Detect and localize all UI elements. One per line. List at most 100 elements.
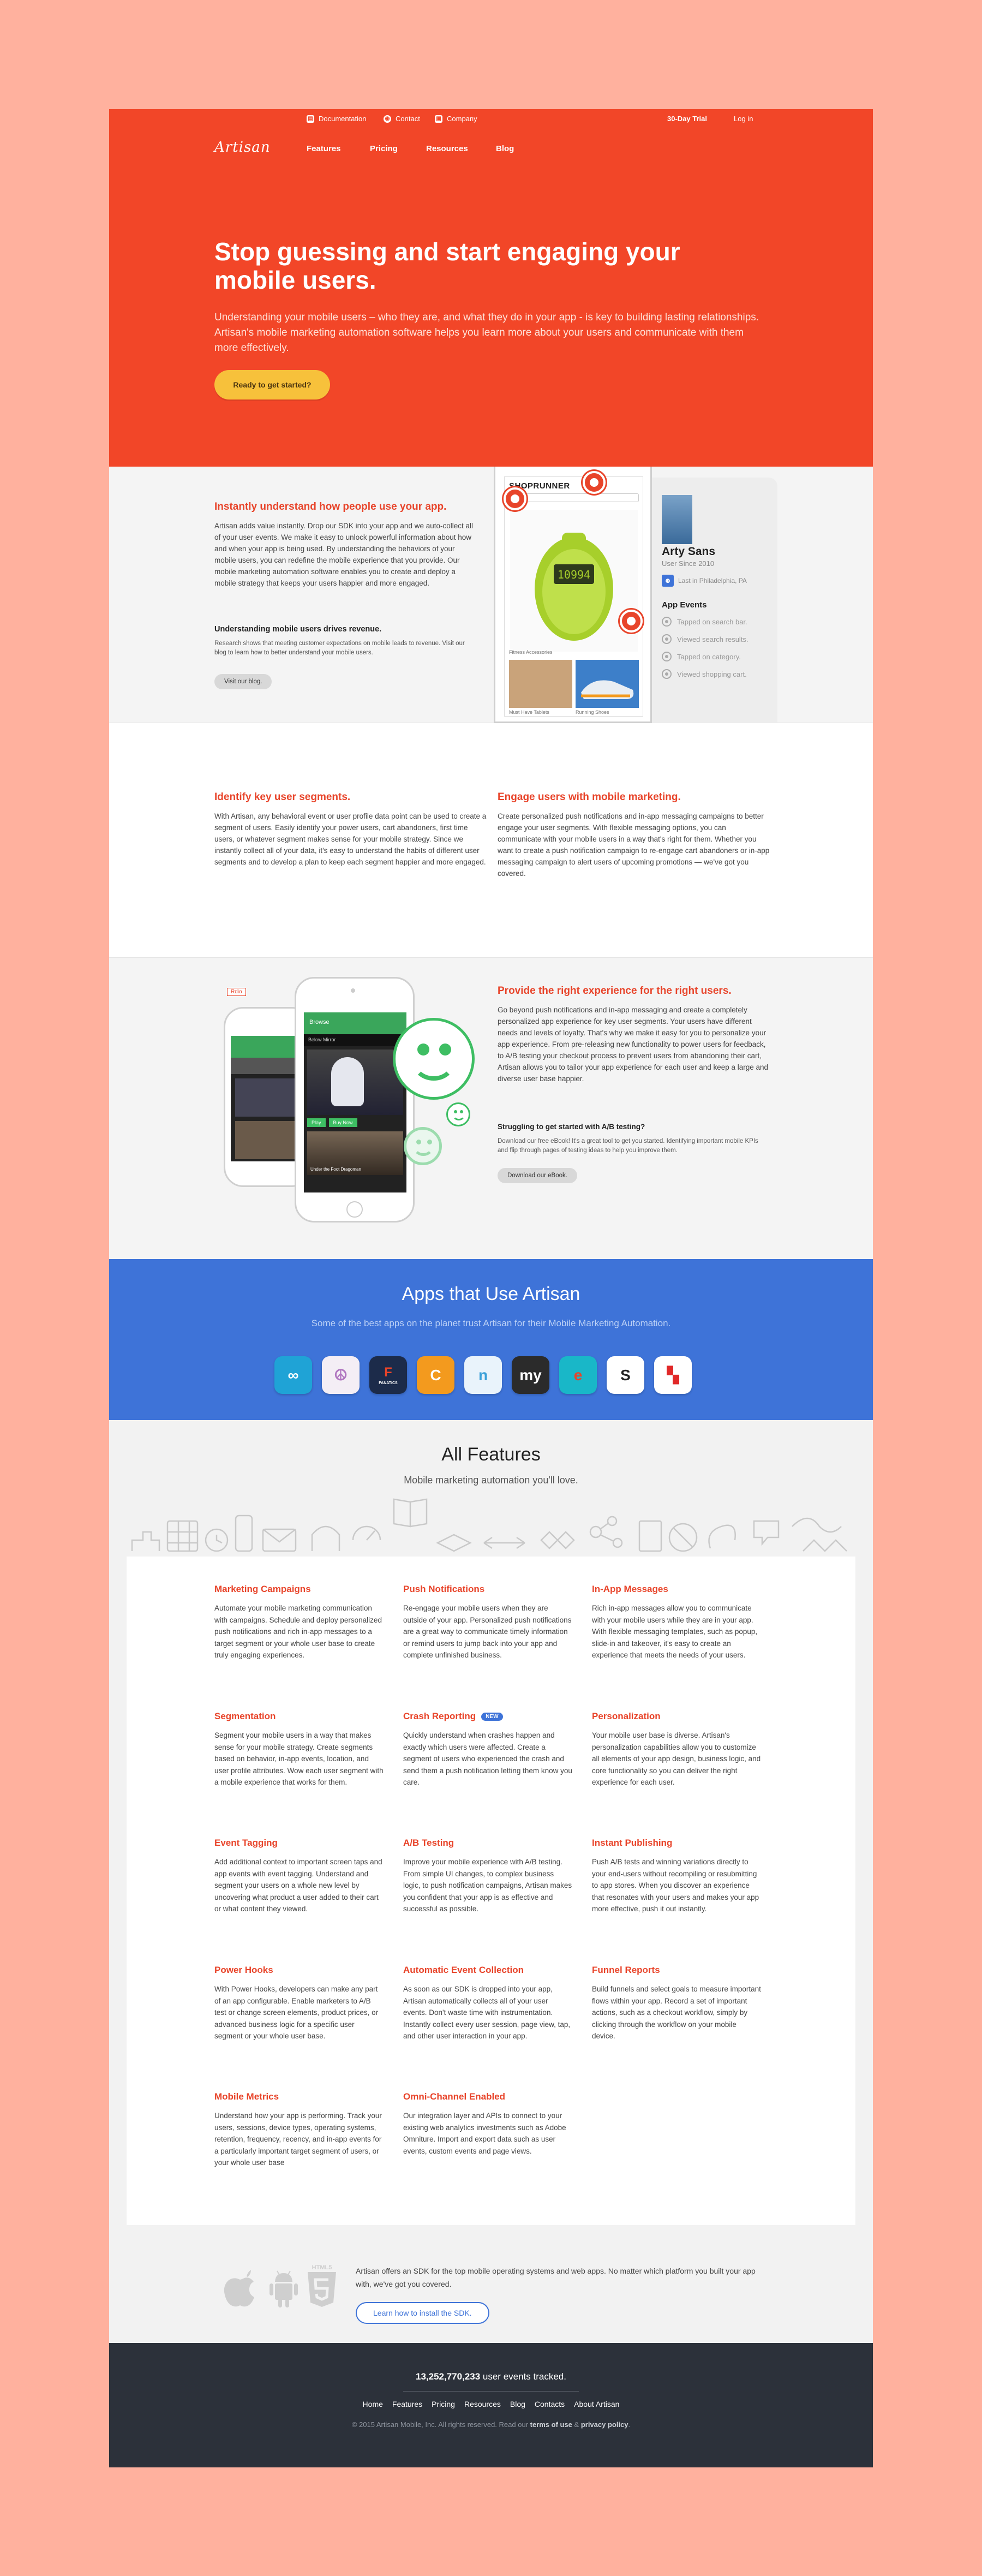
app-icon-n[interactable]: n: [464, 1356, 502, 1394]
buy-now-button: Buy Now: [328, 1118, 357, 1127]
feature-event-tagging: Event Tagging Add additional context to …: [214, 1838, 384, 1915]
app-icon-glyph: S: [620, 1366, 631, 1384]
user-name: Arty Sans: [662, 545, 716, 558]
legal-text: © 2015 Artisan Mobile, Inc. All rights r…: [109, 2420, 873, 2429]
avatar: [662, 495, 692, 544]
phone-screen: SHOPRUNNER 10994 Fitness Accessories Mus…: [504, 476, 643, 717]
gauge-icon: [352, 1525, 381, 1541]
app-icon-glyph: ▚: [667, 1367, 679, 1384]
event-label: Tapped on category.: [677, 652, 741, 661]
phone-front-header: Below Mirror: [304, 1034, 406, 1046]
event-row: Tapped on search bar.: [662, 613, 749, 630]
footer-link-resources[interactable]: Resources: [464, 2400, 501, 2408]
app-icon-e[interactable]: e: [559, 1356, 597, 1394]
album-art-2: Under the Foot Dragoman: [307, 1131, 403, 1175]
footer-link-features[interactable]: Features: [392, 2400, 422, 2408]
album-art: [307, 1050, 403, 1115]
experience-body: Go beyond push notifications and in-app …: [498, 1006, 769, 1083]
footer-link-about[interactable]: About Artisan: [574, 2400, 619, 2408]
doodle-illustrations: [131, 1498, 847, 1552]
wrench-icon: [708, 1524, 736, 1549]
app-icon-s[interactable]: S: [607, 1356, 644, 1394]
understand-subhead: Understanding mobile users drives revenu…: [214, 625, 382, 634]
phone-search-bar: [509, 493, 639, 502]
contact-icon: ◉: [384, 115, 391, 123]
contact-link[interactable]: ◉ Contact: [384, 115, 420, 123]
app-icon-row: ∞ ☮ F FANATICS Cn my e S ▚: [274, 1356, 692, 1394]
login-link[interactable]: Log in: [734, 115, 753, 123]
feature-desc: Segment your mobile users in a way that …: [214, 1731, 384, 1786]
category-tap-hotspot: [620, 610, 643, 633]
footer-link-blog[interactable]: Blog: [510, 2400, 525, 2408]
nav-features[interactable]: Features: [307, 144, 341, 153]
footer-link-pricing[interactable]: Pricing: [432, 2400, 455, 2408]
browse-label: Browse: [309, 1019, 330, 1025]
grid-icon: [166, 1520, 199, 1552]
feature-title: Push Notifications: [403, 1584, 572, 1595]
speech-bubble-icon: [753, 1520, 780, 1546]
feature-automatic-event-collection: Automatic Event Collection As soon as ou…: [403, 1965, 572, 2042]
app-icon-caption: FANATICS: [379, 1381, 398, 1385]
company-label: Company: [447, 115, 477, 123]
feature-title-text: Marketing Campaigns: [214, 1584, 311, 1594]
download-ebook-button[interactable]: Download our eBook.: [498, 1168, 577, 1183]
privacy-link[interactable]: privacy policy: [581, 2420, 628, 2429]
feature-personalization: Personalization Your mobile user base is…: [592, 1711, 761, 1788]
apple-icon: [224, 2270, 254, 2307]
location-label: Last in Philadelphia, PA: [678, 577, 747, 585]
target-icon: [662, 669, 672, 679]
feature-desc: Understand how your app is performing. T…: [214, 2112, 382, 2167]
platforms-text: Artisan offers an SDK for the top mobile…: [356, 2267, 756, 2288]
visit-blog-button[interactable]: Visit our blog.: [214, 674, 272, 689]
shoe-illustration: [581, 680, 634, 699]
smiley-face-icon-small: [446, 1102, 470, 1126]
footer-link-home[interactable]: Home: [363, 2400, 383, 2408]
segments-body: With Artisan, any behavioral event or us…: [214, 812, 487, 866]
understand-section: Instantly understand how people use your…: [109, 467, 873, 723]
html5-label: HTML5: [312, 2264, 332, 2271]
features-title: All Features: [441, 1444, 541, 1465]
rdio-label: Rdio: [227, 988, 246, 996]
play-button: Play: [307, 1118, 326, 1127]
company-link[interactable]: ▣ Company: [435, 115, 477, 123]
terms-link[interactable]: terms of use: [530, 2420, 572, 2429]
event-list: Tapped on search bar. Viewed search resu…: [662, 613, 749, 683]
app-icon-my[interactable]: my: [512, 1356, 549, 1394]
app-icon-peace[interactable]: ☮: [322, 1356, 360, 1394]
puzzle-icon: [131, 1531, 160, 1551]
app-icon-flipboard[interactable]: ▚: [654, 1356, 692, 1394]
tablets-image: [509, 660, 572, 708]
category-tablets: Must Have Tablets: [509, 709, 549, 715]
get-started-button[interactable]: Ready to get started?: [214, 370, 330, 399]
engage-title: Engage users with mobile marketing.: [498, 791, 681, 803]
nav-resources[interactable]: Resources: [426, 144, 468, 153]
shoes-image: [576, 660, 639, 708]
artisan-logo[interactable]: Artisan: [214, 139, 271, 156]
company-icon: ▣: [435, 115, 442, 123]
app-icon-glyph: ∞: [288, 1366, 299, 1384]
feature-title-text: Push Notifications: [403, 1584, 485, 1594]
nav-pricing[interactable]: Pricing: [370, 144, 398, 153]
device-readout: 10994: [558, 568, 590, 581]
app-icon-crescent[interactable]: C: [417, 1356, 454, 1394]
trial-link[interactable]: 30-Day Trial: [667, 115, 707, 123]
arrows-icon: [483, 1536, 525, 1549]
feature-title-text: Personalization: [592, 1711, 661, 1721]
feature-title-text: Instant Publishing: [592, 1838, 673, 1848]
feature-desc: Improve your mobile experience with A/B …: [403, 1858, 572, 1913]
app-icon-oovoo[interactable]: ∞: [274, 1356, 312, 1394]
file-icon: [638, 1520, 662, 1552]
feature-desc: As soon as our SDK is dropped into your …: [403, 1985, 571, 2040]
install-sdk-button[interactable]: Learn how to install the SDK.: [356, 2302, 489, 2324]
feature-mobile-metrics: Mobile Metrics Understand how your app i…: [214, 2091, 384, 2169]
nav-blog[interactable]: Blog: [496, 144, 514, 153]
documentation-link[interactable]: ▤ Documentation: [307, 115, 366, 123]
hero-title: Stop guessing and start engaging your mo…: [214, 237, 680, 294]
app-icon-glyph: e: [573, 1366, 583, 1384]
app-icon-fanatics[interactable]: F FANATICS: [369, 1356, 407, 1394]
footer-link-contacts[interactable]: Contacts: [535, 2400, 565, 2408]
contact-label: Contact: [396, 115, 420, 123]
feature-push-notifications: Push Notifications Re-engage your mobile…: [403, 1584, 572, 1661]
home-button: [346, 1201, 363, 1218]
wave-icon: [803, 1539, 847, 1552]
